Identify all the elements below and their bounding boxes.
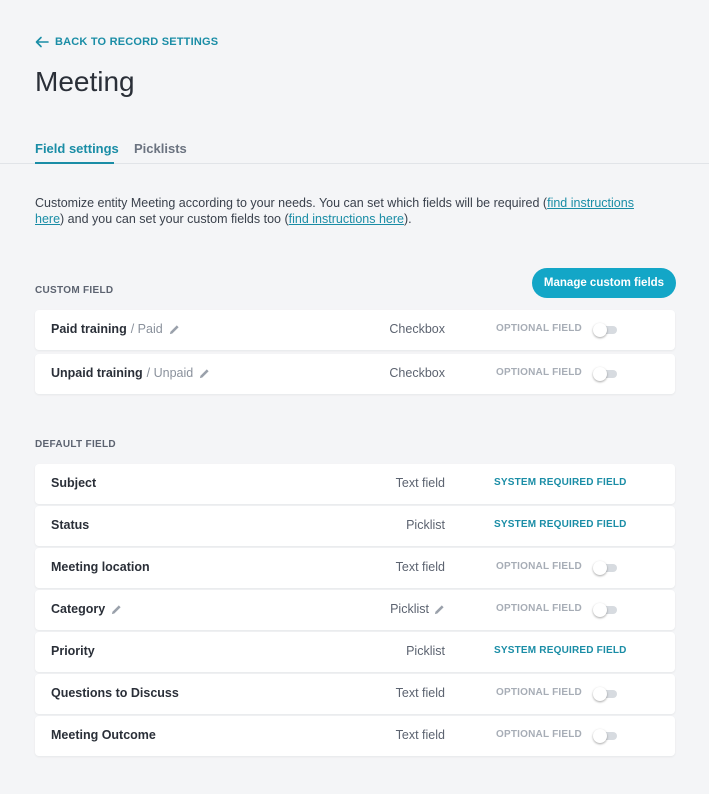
field-status: OPTIONAL FIELD [496,561,582,572]
pencil-icon[interactable] [434,604,445,615]
required-toggle[interactable] [593,367,619,381]
required-toggle[interactable] [593,729,619,743]
field-row-unpaid-training: Unpaid training / Unpaid Checkbox OPTION… [35,354,675,394]
field-row-subject: Subject Text field SYSTEM REQUIRED FIELD [35,464,675,504]
field-status: SYSTEM REQUIRED FIELD [494,645,627,656]
field-name: Category [51,602,122,616]
field-type: Checkbox [389,366,445,380]
custom-field-section-label: CUSTOM FIELD [35,285,114,296]
field-status: OPTIONAL FIELD [496,687,582,698]
field-label: Unpaid training [51,366,143,380]
page-description: Customize entity Meeting according to yo… [35,195,635,227]
description-text: Customize entity Meeting according to yo… [35,196,548,210]
field-type: Checkbox [389,322,445,336]
field-name: Status [51,518,90,532]
page-title: Meeting [35,66,135,97]
instructions-link-custom[interactable]: find instructions here [289,212,404,226]
required-toggle[interactable] [593,561,619,575]
field-name: Subject [51,476,97,490]
field-status: OPTIONAL FIELD [496,323,582,334]
field-row-questions-to-discuss: Questions to Discuss Text field OPTIONAL… [35,674,675,714]
field-type: Picklist [406,518,445,532]
back-link-label: BACK TO RECORD SETTINGS [55,36,219,48]
field-status: SYSTEM REQUIRED FIELD [494,477,627,488]
tab-bar: Field settings Picklists [0,136,709,164]
field-type: Text field [395,476,445,490]
pencil-icon[interactable] [169,324,180,335]
active-tab-indicator [35,162,114,164]
field-row-priority: Priority Picklist SYSTEM REQUIRED FIELD [35,632,675,672]
field-type-label: Picklist [390,602,429,616]
description-text: ). [403,212,412,226]
required-toggle[interactable] [593,323,619,337]
field-status: OPTIONAL FIELD [496,603,582,614]
field-label: Category [51,602,106,616]
field-name: Meeting Outcome [51,728,156,742]
pencil-icon[interactable] [199,368,210,379]
description-text: ) and you can set your custom fields too… [60,212,289,226]
field-api-name: / Paid [130,322,163,336]
field-name: Questions to Discuss [51,686,179,700]
field-row-status: Status Picklist SYSTEM REQUIRED FIELD [35,506,675,546]
field-api-name: / Unpaid [146,366,194,380]
field-type: Picklist [406,644,445,658]
field-row-paid-training: Paid training / Paid Checkbox OPTIONAL F… [35,310,675,350]
tab-picklists[interactable]: Picklists [134,141,187,156]
field-type: Text field [395,728,445,742]
field-type: Text field [395,686,445,700]
field-status: OPTIONAL FIELD [496,729,582,740]
field-label: Paid training [51,322,127,336]
field-row-meeting-location: Meeting location Text field OPTIONAL FIE… [35,548,675,588]
manage-custom-fields-button[interactable]: Manage custom fields [532,268,676,298]
field-name: Meeting location [51,560,150,574]
required-toggle[interactable] [593,687,619,701]
field-name: Paid training / Paid [51,322,180,336]
tab-field-settings[interactable]: Field settings [35,141,119,156]
back-to-record-settings-link[interactable]: BACK TO RECORD SETTINGS [35,36,218,48]
field-type: Text field [395,560,445,574]
default-field-section-label: DEFAULT FIELD [35,439,116,450]
field-type: Picklist [335,602,445,616]
field-status: OPTIONAL FIELD [496,367,582,378]
field-name: Unpaid training / Unpaid [51,366,210,380]
field-row-meeting-outcome: Meeting Outcome Text field OPTIONAL FIEL… [35,716,675,756]
field-row-category: Category Picklist OPTIONAL FIELD [35,590,675,630]
field-name: Priority [51,644,95,658]
pencil-icon[interactable] [111,604,122,615]
field-status: SYSTEM REQUIRED FIELD [494,519,627,530]
arrow-left-icon [35,36,49,48]
required-toggle[interactable] [593,603,619,617]
